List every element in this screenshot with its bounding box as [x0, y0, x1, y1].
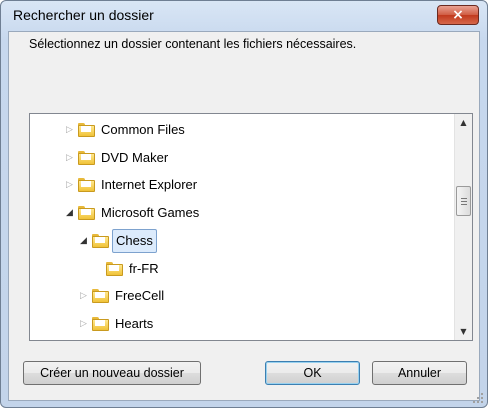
tree-item[interactable]: ▷ DVD Maker	[30, 146, 450, 170]
close-icon: ×	[452, 7, 464, 23]
tree-item-label: Hearts	[115, 315, 154, 331]
tree-item-label: fr-FR	[129, 260, 159, 276]
title-bar[interactable]: Rechercher un dossier ×	[1, 1, 487, 31]
scroll-up-arrow-icon[interactable]: ▲	[455, 114, 472, 131]
ok-button[interactable]: OK	[265, 361, 360, 385]
tree-item[interactable]: ▷ Hearts	[30, 312, 450, 336]
dialog-title: Rechercher un dossier	[13, 7, 154, 23]
tree-item-label: DVD Maker	[101, 149, 169, 165]
folder-icon	[106, 261, 123, 276]
tree-item-label: Common Files	[101, 122, 185, 137]
tree-item[interactable]: ▷ Common Files	[30, 118, 450, 142]
expanded-arrow-icon[interactable]: ◢	[80, 229, 90, 253]
tree-item-label: Chess	[112, 228, 157, 253]
tree-item[interactable]: ▷ FreeCell	[30, 284, 450, 308]
tree-item[interactable]: ◢ Chess	[30, 228, 450, 253]
instruction-text: Sélectionnez un dossier contenant les fi…	[29, 37, 357, 51]
folder-icon	[78, 206, 95, 221]
collapsed-arrow-icon[interactable]: ▷	[80, 284, 90, 308]
collapsed-arrow-icon[interactable]: ▷	[66, 173, 76, 197]
collapsed-arrow-icon[interactable]: ▷	[66, 146, 76, 170]
tree-item[interactable]: ◢ Microsoft Games	[30, 201, 450, 225]
tree-item-label: FreeCell	[115, 288, 165, 304]
tree-item[interactable]: ▷ Internet Explorer	[30, 173, 450, 197]
new-folder-button[interactable]: Créer un nouveau dossier	[23, 361, 201, 385]
resize-grip-icon[interactable]	[473, 393, 483, 403]
close-button[interactable]: ×	[437, 5, 479, 25]
tree-item-label: Internet Explorer	[101, 177, 198, 193]
folder-icon	[78, 178, 95, 193]
browse-folder-dialog: Rechercher un dossier × Sélectionnez un …	[0, 0, 488, 408]
collapsed-arrow-icon[interactable]: ▷	[66, 118, 76, 142]
folder-icon	[92, 233, 109, 248]
expanded-arrow-icon[interactable]: ◢	[66, 201, 76, 225]
folder-icon	[78, 123, 95, 137]
scrollbar-thumb[interactable]	[456, 186, 471, 216]
tree-item[interactable]: fr-FR	[30, 257, 450, 281]
folder-icon	[92, 316, 109, 331]
folder-icon	[78, 150, 95, 165]
vertical-scrollbar[interactable]: ▲ ▼	[454, 114, 472, 340]
scroll-down-arrow-icon[interactable]: ▼	[455, 323, 472, 340]
collapsed-arrow-icon[interactable]: ▷	[80, 312, 90, 336]
cancel-button[interactable]: Annuler	[372, 361, 467, 385]
tree-item-label: Microsoft Games	[101, 205, 200, 221]
folder-icon	[92, 289, 109, 304]
folder-tree[interactable]: ▷ Common Files ▷ DVD Maker ▷ Internet Explore…	[29, 113, 473, 341]
